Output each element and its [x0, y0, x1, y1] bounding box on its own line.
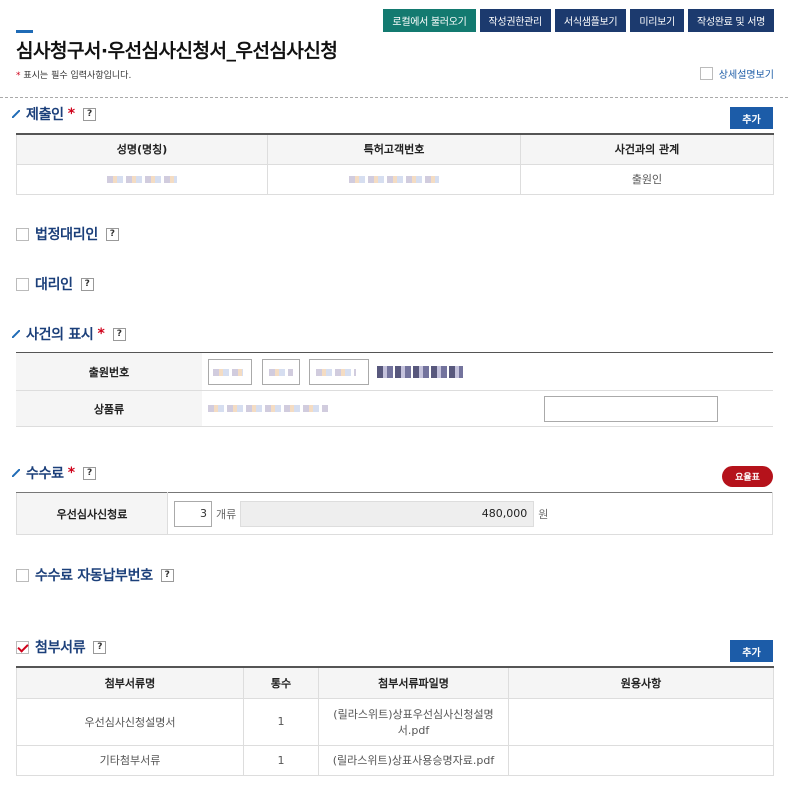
col-header-customer-no: 특허고객번호 — [267, 134, 521, 165]
help-icon[interactable]: ? — [83, 107, 97, 121]
fee-label: 우선심사신청료 — [16, 492, 168, 535]
top-toolbar: 로컬에서 불러오기 작성권한관리 서식샘플보기 미리보기 작성완료 및 서명 — [383, 9, 774, 32]
doc-name-cell: 기타첨부서류 — [16, 745, 244, 776]
complete-sign-button[interactable]: 작성완료 및 서명 — [687, 9, 774, 32]
doc-file-cell[interactable]: (릴라스위트)상표사용승명자료.pdf — [318, 745, 509, 776]
divider — [0, 97, 788, 98]
form-sample-button[interactable]: 서식샘플보기 — [554, 9, 627, 32]
application-no-label: 출원번호 — [16, 352, 202, 391]
add-attachment-button[interactable]: 추가 — [730, 640, 773, 662]
detail-toggle-checkbox[interactable] — [699, 67, 713, 80]
col-header-count: 통수 — [243, 667, 319, 699]
doc-ref-cell — [508, 698, 774, 746]
help-icon[interactable]: ? — [93, 640, 107, 654]
submitter-customer-no-cell — [267, 164, 521, 195]
help-icon[interactable]: ? — [160, 568, 174, 582]
help-icon[interactable]: ? — [105, 227, 119, 241]
product-class-cell — [202, 390, 773, 427]
application-no-input-1[interactable] — [208, 358, 252, 385]
title-accent-bar — [16, 30, 33, 33]
case-table: 출원번호 상품류 — [16, 352, 773, 427]
fee-table-button[interactable]: 요율표 — [722, 466, 773, 487]
fee-amount-field: 480,000 — [240, 500, 535, 527]
help-icon[interactable]: ? — [112, 327, 126, 341]
section-agent: 대리인 ? — [16, 274, 94, 294]
page-title: 심사청구서·우선심사신청서_우선심사신청 — [16, 40, 338, 62]
required-note: * 표시는 필수 입력사항입니다. — [16, 71, 132, 81]
col-header-doc-name: 첨부서류명 — [16, 667, 244, 699]
table-row: 출원인 — [16, 164, 774, 195]
amount-unit: 원 — [538, 507, 549, 521]
doc-ref-cell — [508, 745, 774, 776]
pencil-icon — [12, 110, 20, 118]
attachment-table: 첨부서류명 통수 첨부서류파일명 원용사항 우선심사신청설명서 1 (릴라스위트… — [16, 666, 774, 776]
add-submitter-button[interactable]: 추가 — [730, 107, 773, 129]
agent-checkbox[interactable] — [16, 277, 29, 291]
application-no-input-3[interactable] — [309, 358, 369, 385]
table-row: 상품류 — [16, 390, 773, 427]
doc-count-cell: 1 — [243, 745, 319, 776]
col-header-name: 성명(명칭) — [16, 134, 268, 165]
load-local-button[interactable]: 로컬에서 불러오기 — [383, 9, 476, 32]
attachments-checkbox[interactable] — [16, 640, 29, 654]
detail-toggle[interactable]: 상세설명보기 — [699, 66, 774, 81]
section-fee: 수수료 * ? — [12, 463, 97, 483]
fee-cell: 3 개류 480,000 원 — [167, 492, 773, 535]
doc-file-cell[interactable]: (릴라스위트)상표우선심사신청설명서.pdf — [318, 698, 509, 746]
auto-pay-checkbox[interactable] — [16, 568, 29, 582]
product-class-input[interactable] — [543, 395, 718, 422]
col-header-file-name: 첨부서류파일명 — [318, 667, 509, 699]
quantity-unit: 개류 — [216, 507, 237, 521]
fee-quantity-input[interactable]: 3 — [174, 500, 212, 527]
doc-count-cell: 1 — [243, 698, 319, 746]
help-icon[interactable]: ? — [80, 277, 94, 291]
legal-agent-checkbox[interactable] — [16, 227, 29, 241]
permission-manage-button[interactable]: 작성권한관리 — [479, 9, 551, 32]
detail-toggle-label: 상세설명보기 — [718, 70, 774, 81]
fee-table: 우선심사신청료 3 개류 480,000 원 — [16, 492, 773, 535]
table-row: 출원번호 — [16, 352, 773, 391]
col-header-reference: 원용사항 — [508, 667, 774, 699]
application-no-input-2[interactable] — [261, 358, 300, 385]
redacted-name — [107, 176, 177, 183]
table-row: 우선심사신청설명서 1 (릴라스위트)상표우선심사신청설명서.pdf — [16, 698, 774, 746]
table-row: 우선심사신청료 3 개류 480,000 원 — [16, 492, 773, 535]
pencil-icon — [12, 469, 20, 477]
submitter-relation-cell: 출원인 — [520, 164, 774, 195]
redacted-customer-no — [349, 176, 439, 183]
preview-button[interactable]: 미리보기 — [630, 9, 684, 32]
section-attachments: 첨부서류 ? — [16, 637, 107, 657]
section-submitter: 제출인 * ? — [12, 104, 97, 124]
pencil-icon — [12, 330, 20, 338]
redacted-product-class — [208, 405, 328, 412]
table-row: 기타첨부서류 1 (릴라스위트)상표사용승명자료.pdf — [16, 745, 774, 776]
section-legal-agent: 법정대리인 ? — [16, 224, 119, 244]
redacted-application-no — [376, 365, 463, 378]
section-auto-pay: 수수료 자동납부번호 ? — [16, 565, 174, 585]
submitter-name-cell — [16, 164, 268, 195]
application-no-cell — [202, 352, 773, 391]
help-icon[interactable]: ? — [83, 466, 97, 480]
submitter-table: 성명(명칭) 특허고객번호 사건과의 관계 출원인 — [16, 133, 774, 195]
doc-name-cell: 우선심사신청설명서 — [16, 698, 244, 746]
section-case: 사건의 표시 * ? — [12, 324, 126, 344]
product-class-label: 상품류 — [16, 390, 202, 427]
col-header-relation: 사건과의 관계 — [520, 134, 774, 165]
